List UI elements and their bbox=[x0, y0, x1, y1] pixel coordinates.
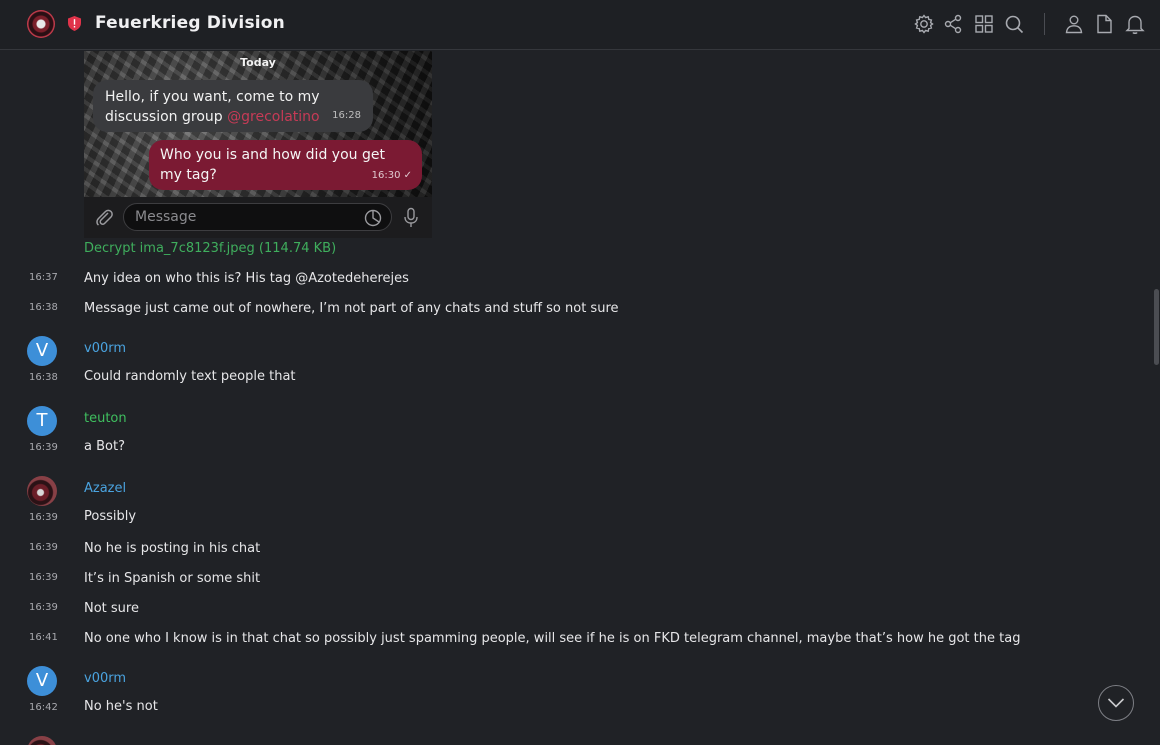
avatar[interactable] bbox=[27, 476, 57, 506]
sticker-icon bbox=[364, 209, 382, 227]
scrollbar-thumb[interactable] bbox=[1154, 289, 1159, 365]
avatar[interactable]: V bbox=[27, 336, 57, 366]
file-icon[interactable] bbox=[1093, 13, 1115, 35]
decrypt-link[interactable]: Decrypt ima_7c8123f.jpeg (114.74 KB) bbox=[84, 241, 336, 256]
outgoing-text: Who you is and how did you get my tag? bbox=[160, 147, 385, 183]
message-text: No one who I know is in that chat so pos… bbox=[84, 631, 1021, 646]
composer-bar: Message bbox=[84, 197, 432, 238]
message-text: a Bot? bbox=[84, 439, 125, 454]
search-icon[interactable] bbox=[1003, 13, 1025, 35]
message-time: 16:39 bbox=[29, 442, 58, 453]
shield-icon bbox=[68, 16, 81, 31]
incoming-time: 16:28 bbox=[332, 110, 361, 121]
date-label: Today bbox=[240, 56, 276, 69]
message-list[interactable]: Today Hello, if you want, come to my dis… bbox=[0, 51, 1160, 745]
message-time: 16:39 bbox=[29, 572, 58, 583]
channel-title[interactable]: Feuerkrieg Division bbox=[95, 13, 285, 33]
message-text: No he's not bbox=[84, 699, 158, 714]
message-time: 16:39 bbox=[29, 542, 58, 553]
message-text: Message just came out of nowhere, I’m no… bbox=[84, 301, 619, 316]
message-time: 16:39 bbox=[29, 512, 58, 523]
author-name[interactable]: v00rm bbox=[84, 341, 126, 356]
paperclip-icon bbox=[96, 209, 113, 226]
message-time: 16:39 bbox=[29, 602, 58, 613]
outgoing-bubble: Who you is and how did you get my tag? 1… bbox=[149, 140, 422, 190]
message-time: 16:42 bbox=[29, 702, 58, 713]
chevron-down-icon bbox=[1107, 698, 1125, 708]
bell-icon[interactable] bbox=[1124, 13, 1146, 35]
header-divider bbox=[1044, 13, 1045, 35]
message-text: No he is posting in his chat bbox=[84, 541, 261, 556]
grid-icon[interactable] bbox=[973, 13, 995, 35]
microphone-icon bbox=[404, 207, 418, 227]
chat-header: Feuerkrieg Division bbox=[0, 0, 1160, 50]
incoming-mention: @grecolatino bbox=[227, 109, 320, 125]
message-time: 16:38 bbox=[29, 302, 58, 313]
message-time: 16:37 bbox=[29, 272, 58, 283]
message-time: 16:41 bbox=[29, 632, 58, 643]
message-text: Possibly bbox=[84, 509, 137, 524]
author-name[interactable]: Azazel bbox=[84, 481, 126, 496]
user-icon[interactable] bbox=[1063, 13, 1085, 35]
channel-avatar[interactable] bbox=[27, 10, 55, 38]
avatar[interactable]: V bbox=[27, 666, 57, 696]
image-attachment[interactable]: Today Hello, if you want, come to my dis… bbox=[84, 51, 432, 238]
incoming-bubble: Hello, if you want, come to my discussio… bbox=[93, 80, 373, 132]
outgoing-time: 16:30 ✓ bbox=[371, 170, 412, 181]
share-icon[interactable] bbox=[942, 13, 964, 35]
message-text: Could randomly text people that bbox=[84, 369, 296, 384]
message-text: Any idea on who this is? His tag @Azoted… bbox=[84, 271, 409, 286]
gear-icon[interactable] bbox=[913, 13, 935, 35]
message-input: Message bbox=[123, 203, 392, 231]
message-text: It’s in Spanish or some shit bbox=[84, 571, 261, 586]
scroll-to-bottom-button[interactable] bbox=[1098, 685, 1134, 721]
avatar[interactable] bbox=[27, 736, 57, 745]
message-time: 16:38 bbox=[29, 372, 58, 383]
author-name[interactable]: teuton bbox=[84, 411, 127, 426]
message-text: Not sure bbox=[84, 601, 139, 616]
author-name[interactable]: v00rm bbox=[84, 671, 126, 686]
avatar[interactable]: T bbox=[27, 406, 57, 436]
